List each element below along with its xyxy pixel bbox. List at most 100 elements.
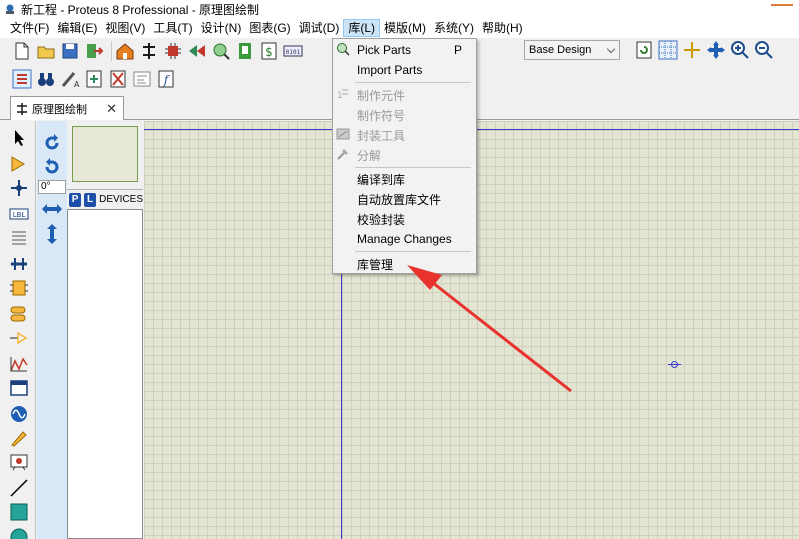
open-folder-icon[interactable] (36, 41, 56, 61)
menu-separator (355, 251, 471, 252)
chevron-down-icon (606, 44, 616, 54)
schematic-icon[interactable] (139, 41, 159, 61)
svg-text:A: A (74, 80, 80, 89)
tab-close-icon[interactable]: ✕ (106, 101, 117, 117)
design-variant-select[interactable]: Base Design (524, 40, 620, 60)
menu-system[interactable]: 系统(Y) (430, 19, 478, 37)
pcb-layout-icon[interactable] (163, 41, 183, 61)
window-title: 新工程 - Proteus 8 Professional - 原理图绘制 (21, 2, 260, 17)
menu-item-make-symbol: 制作符号 (357, 108, 406, 123)
menu-edit[interactable]: 编辑(E) (53, 19, 101, 37)
menu-file[interactable]: 文件(F) (6, 19, 53, 37)
zoom-out-icon[interactable] (754, 40, 774, 60)
tape-recorder-icon[interactable] (9, 379, 29, 397)
selection-mode-icon[interactable] (9, 129, 29, 147)
device-selector-list[interactable] (67, 209, 143, 539)
proteus-app-icon (6, 4, 14, 14)
home-icon[interactable] (115, 41, 135, 61)
source-code-icon[interactable]: 0101 (283, 41, 303, 61)
menu-tools[interactable]: 工具(T) (149, 19, 196, 37)
menu-item-make-device: 1 制作元件 (337, 88, 406, 103)
menu-item-compile-to-library[interactable]: 编译到库 (333, 169, 476, 189)
new-file-icon[interactable] (12, 41, 32, 61)
menu-bar: 文件(F) 编辑(E) 视图(V) 工具(T) 设计(N) 图表(G) 调试(D… (0, 18, 799, 38)
junction-dot-icon[interactable] (9, 179, 29, 197)
menu-library[interactable]: 库(L) (343, 19, 380, 37)
schematic-tab-icon (17, 102, 27, 115)
delete-sheet-icon[interactable] (108, 69, 128, 89)
subcircuit-icon[interactable] (9, 279, 29, 297)
svg-text:LBL: LBL (13, 211, 26, 219)
pick-parts-icon (337, 43, 350, 56)
zoom-in-icon[interactable] (730, 40, 750, 60)
library-manager-button[interactable]: L (84, 192, 97, 207)
menu-item-package-tool: 封装工具 (333, 125, 476, 145)
devices-header: P L DEVICES (67, 189, 143, 209)
bom-icon[interactable] (235, 41, 255, 61)
view-toolbar (634, 40, 778, 60)
pick-devices-button[interactable]: P (69, 192, 82, 207)
box-tool-icon[interactable] (9, 503, 29, 521)
svg-text:$: $ (265, 45, 273, 59)
menu-item-decompose: 分解 (333, 145, 476, 165)
menu-view[interactable]: 视图(V) (101, 19, 149, 37)
flip-horizontal-icon[interactable] (41, 201, 63, 217)
add-sheet-icon[interactable] (84, 69, 104, 89)
menu-graph[interactable]: 图表(G) (245, 19, 294, 37)
search-binoculars-icon[interactable] (36, 69, 56, 89)
menu-item-library-manager[interactable]: 库管理 (333, 254, 476, 274)
overview-panel (67, 121, 143, 187)
rotate-anticlockwise-icon[interactable] (42, 157, 62, 177)
package-tool-icon (336, 128, 350, 140)
netlist-icon[interactable] (132, 69, 152, 89)
text-script-icon[interactable] (9, 229, 29, 247)
menu-item-import-parts[interactable]: Import Parts (333, 60, 476, 80)
gerber-viewer-icon[interactable] (211, 41, 231, 61)
origin-marker (668, 361, 681, 368)
circle-tool-icon[interactable] (9, 525, 29, 539)
make-device-icon: 1 (337, 89, 348, 101)
decompose-icon (337, 149, 348, 160)
bus-icon[interactable] (9, 255, 29, 273)
property-tool-icon[interactable]: A (60, 69, 80, 89)
script-icon[interactable]: f (156, 69, 176, 89)
voltage-probe-icon[interactable] (9, 429, 29, 447)
svg-text:0101: 0101 (286, 49, 301, 56)
menu-debug[interactable]: 调试(D) (295, 19, 344, 37)
menu-item-manage-changes[interactable]: Manage Changes (333, 229, 476, 249)
devices-label: DEVICES (99, 194, 143, 205)
component-mode-tool-icon[interactable] (9, 155, 29, 173)
menu-template[interactable]: 模版(M) (380, 19, 430, 37)
grid-toggle-icon[interactable] (658, 40, 678, 60)
terminal-icon[interactable] (9, 305, 29, 323)
rotate-clockwise-icon[interactable] (42, 133, 62, 153)
wire-label-icon[interactable]: LBL (9, 205, 29, 223)
line-tool-icon[interactable] (9, 479, 29, 497)
close-project-icon[interactable] (84, 41, 104, 61)
graph-mode-icon[interactable] (9, 355, 29, 373)
3d-viewer-icon[interactable] (187, 41, 207, 61)
overview-window[interactable] (72, 126, 138, 182)
pan-icon[interactable] (706, 40, 726, 60)
component-mode-icon[interactable] (12, 69, 32, 89)
origin-icon[interactable] (682, 40, 702, 60)
refresh-icon[interactable] (634, 40, 654, 60)
title-bar: 新工程 - Proteus 8 Professional - 原理图绘制 (0, 0, 799, 18)
menu-separator (355, 167, 471, 168)
window-close-button[interactable] (771, 0, 793, 6)
proteus-window: 新工程 - Proteus 8 Professional - 原理图绘制 文件(… (0, 0, 799, 539)
save-icon[interactable] (60, 41, 80, 61)
menu-item-auto-place-library-files[interactable]: 自动放置库文件 (333, 189, 476, 209)
virtual-instrument-icon[interactable] (9, 453, 29, 471)
menu-item-pick-parts[interactable]: Pick Parts P (333, 40, 476, 60)
menu-design[interactable]: 设计(N) (197, 19, 246, 37)
flip-vertical-icon[interactable] (44, 223, 60, 245)
dollar-icon[interactable]: $ (259, 41, 279, 61)
tab-schematic-capture[interactable]: 原理图绘制 ✕ (10, 96, 124, 120)
generator-icon[interactable] (9, 405, 29, 423)
rotation-angle-field[interactable]: 0° (38, 180, 66, 194)
device-pin-icon[interactable] (9, 329, 29, 347)
mode-toolbar: LBL (0, 121, 36, 539)
menu-help[interactable]: 帮助(H) (478, 19, 527, 37)
menu-item-verify-packages[interactable]: 校验封装 (333, 209, 476, 229)
